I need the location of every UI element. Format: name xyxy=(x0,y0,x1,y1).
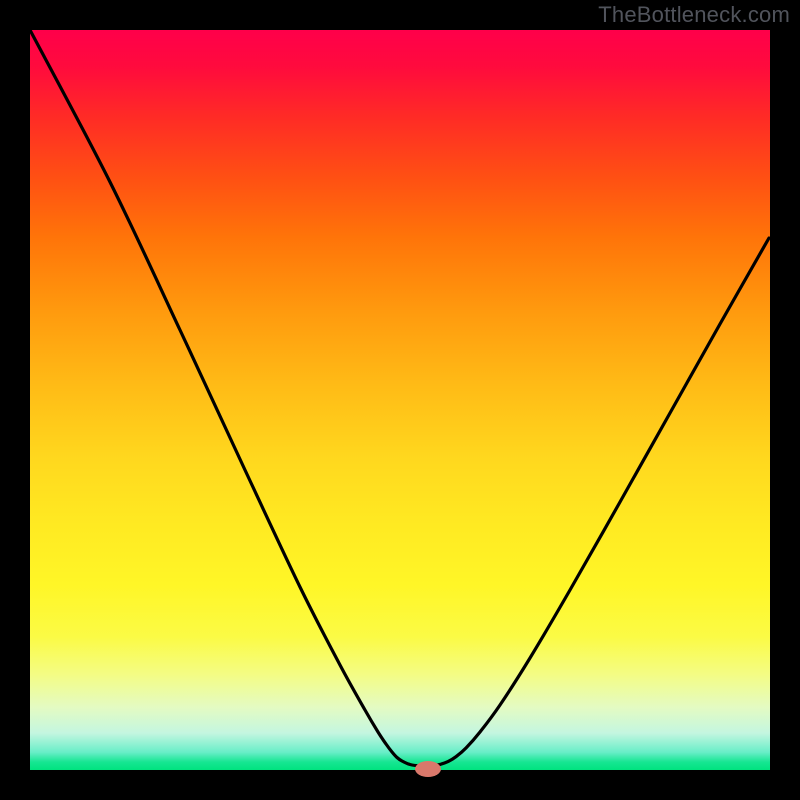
optimal-point-marker xyxy=(415,761,441,777)
chart-canvas: TheBottleneck.com xyxy=(0,0,800,800)
curve-layer xyxy=(0,0,800,800)
bottleneck-curve xyxy=(30,30,769,766)
